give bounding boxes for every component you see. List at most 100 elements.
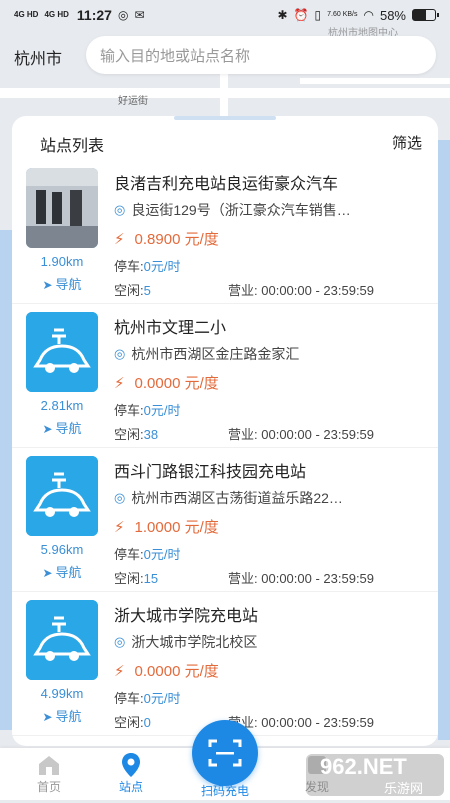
station-address: ◎ 良运街129号（浙江豪众汽车销售… <box>114 200 420 220</box>
navigate-icon: ➤ <box>42 278 53 292</box>
bolt-icon: ⚡ <box>114 518 125 536</box>
navigate-label: 导航 <box>55 421 82 436</box>
watermark-text: 乐游网 <box>384 781 424 796</box>
price-text: 0.8900 元/度 <box>134 231 219 248</box>
address-text: 良运街129号（浙江豪众汽车销售… <box>131 202 351 218</box>
wifi-icon: ◠ <box>363 8 374 22</box>
wechat-icon: ✉ <box>134 8 145 22</box>
parking-label: 停车: <box>114 547 144 562</box>
parking-label: 停车: <box>114 259 144 274</box>
station-thumbnail <box>26 456 98 536</box>
navigate-icon: ➤ <box>42 566 53 580</box>
station-card[interactable]: 2.81km ➤ 导航 杭州市文理二小 ◎ 杭州市西湖区金庄路金家汇 ⚡ 0.0000 元/度… <box>12 312 438 448</box>
bolt-icon: ⚡ <box>114 374 125 392</box>
map-road <box>438 140 450 740</box>
navigate-icon: ➤ <box>42 710 53 724</box>
business-hours: 营业: 00:00:00 - 23:59:59 <box>228 424 374 443</box>
scan-charge-label: 扫码充电 <box>200 784 249 798</box>
parking-fee: 停车:0元/时 <box>114 544 180 563</box>
navigate-button[interactable]: ➤ 导航 <box>22 706 102 725</box>
price-text: 0.0000 元/度 <box>134 663 219 680</box>
watermark-logo: 962.NET <box>320 754 407 779</box>
station-distance: 1.90km <box>40 254 84 269</box>
station-card[interactable]: 5.96km ➤ 导航 西斗门路银江科技园充电站 ◎ 杭州市西湖区古荡街道益乐路22… ⚡ 1… <box>12 456 438 592</box>
bluetooth-icon: ✱ <box>277 8 288 22</box>
station-price: ⚡ 0.0000 元/度 <box>114 372 219 393</box>
address-text: 杭州市西湖区金庄路金家汇 <box>131 346 300 362</box>
station-price: ⚡ 1.0000 元/度 <box>114 516 219 537</box>
free-label: 空闲: <box>114 571 144 586</box>
filter-button[interactable]: 筛选 <box>392 132 422 153</box>
battery-level <box>413 10 426 20</box>
map-label: 好运街 <box>118 96 148 107</box>
station-name: 西斗门路银江科技园充电站 <box>114 464 307 481</box>
free-label: 空闲: <box>114 283 144 298</box>
navigate-icon: ➤ <box>42 422 53 436</box>
watermark: 962.NET 乐游网 <box>306 752 446 798</box>
station-distance: 4.99km <box>40 686 84 701</box>
scan-charge-button[interactable] <box>192 720 258 786</box>
free-label: 空闲: <box>114 427 144 442</box>
alarm-icon: ⏰ <box>293 8 309 22</box>
drag-handle[interactable] <box>174 116 276 120</box>
navigate-button[interactable]: ➤ 导航 <box>22 562 102 581</box>
hours-value: 00:00:00 - 23:59:59 <box>261 571 375 586</box>
clock: 11:27 <box>76 7 112 23</box>
free-value: 0 <box>143 715 151 730</box>
city-selector[interactable]: 杭州市 <box>14 45 62 69</box>
scan-icon <box>208 739 242 767</box>
home-icon <box>4 752 94 778</box>
parking-fee: 停车:0元/时 <box>114 400 180 419</box>
search-placeholder: 输入目的地或站点名称 <box>100 47 251 65</box>
station-address: ◎ 浙大城市学院北校区 <box>114 632 420 652</box>
free-slots: 空闲:0 <box>114 712 151 731</box>
station-name: 杭州市文理二小 <box>114 320 227 337</box>
navigate-label: 导航 <box>55 277 82 292</box>
free-value: 5 <box>143 283 151 298</box>
tab-home[interactable]: 首页 <box>4 752 94 795</box>
free-label: 空闲: <box>114 715 144 730</box>
map-road <box>220 70 228 120</box>
list-title: 站点列表 <box>40 138 105 155</box>
business-hours: 营业: 00:00:00 - 23:59:59 <box>228 280 374 299</box>
free-slots: 空闲:15 <box>114 568 158 587</box>
status-bar: 4G HD 4G HD 11:27 ◎ ✉ ✱ ⏰ ▯ 7.60 KB/s ◠ … <box>0 0 450 30</box>
price-text: 1.0000 元/度 <box>134 519 219 536</box>
station-list-panel: 站点列表 筛选 1.90km ➤ 导航 良渚吉利充电站良运街豪众汽车 ◎ 良运街129号（… <box>12 116 438 746</box>
bolt-icon: ⚡ <box>114 662 125 680</box>
app-icon: ◎ <box>117 8 129 22</box>
station-card[interactable]: 4.99km ➤ 导航 浙大城市学院充电站 ◎ 浙大城市学院北校区 ⚡ 0.0000 元/度停… <box>12 600 438 736</box>
hours-value: 00:00:00 - 23:59:59 <box>261 427 375 442</box>
business-hours: 营业: 00:00:00 - 23:59:59 <box>228 712 374 731</box>
free-slots: 空闲:38 <box>114 424 158 443</box>
hours-value: 00:00:00 - 23:59:59 <box>261 283 375 298</box>
price-text: 0.0000 元/度 <box>134 375 219 392</box>
battery-percent: 58% <box>379 7 406 23</box>
navigate-button[interactable]: ➤ 导航 <box>22 418 102 437</box>
location-icon: ◎ <box>114 346 126 361</box>
station-name: 良渚吉利充电站良运街豪众汽车 <box>114 176 339 193</box>
hours-value: 00:00:00 - 23:59:59 <box>261 715 375 730</box>
navigate-label: 导航 <box>55 709 82 724</box>
hours-label: 营业: <box>228 283 258 298</box>
search-input[interactable]: 输入目的地或站点名称 <box>86 36 436 74</box>
hours-label: 营业: <box>228 427 258 442</box>
business-hours: 营业: 00:00:00 - 23:59:59 <box>228 568 374 587</box>
location-icon: ◎ <box>114 490 126 505</box>
parking-value: 0元/时 <box>143 691 181 706</box>
hours-label: 营业: <box>228 571 258 586</box>
station-price: ⚡ 0.0000 元/度 <box>114 660 219 681</box>
station-thumbnail <box>26 168 98 248</box>
navigate-button[interactable]: ➤ 导航 <box>22 274 102 293</box>
location-icon: ◎ <box>114 634 126 649</box>
station-price: ⚡ 0.8900 元/度 <box>114 228 219 249</box>
station-thumbnail <box>26 312 98 392</box>
map-road <box>300 78 450 84</box>
station-address: ◎ 杭州市西湖区古荡街道益乐路22… <box>114 488 420 508</box>
tab-stations[interactable]: 站点 <box>86 752 176 795</box>
address-text: 浙大城市学院北校区 <box>131 634 258 650</box>
parking-label: 停车: <box>114 403 144 418</box>
network-indicator: 4G HD <box>14 10 39 19</box>
location-icon: ◎ <box>114 202 126 217</box>
station-card[interactable]: 1.90km ➤ 导航 良渚吉利充电站良运街豪众汽车 ◎ 良运街129号（浙江豪众汽车销售… <box>12 168 438 304</box>
